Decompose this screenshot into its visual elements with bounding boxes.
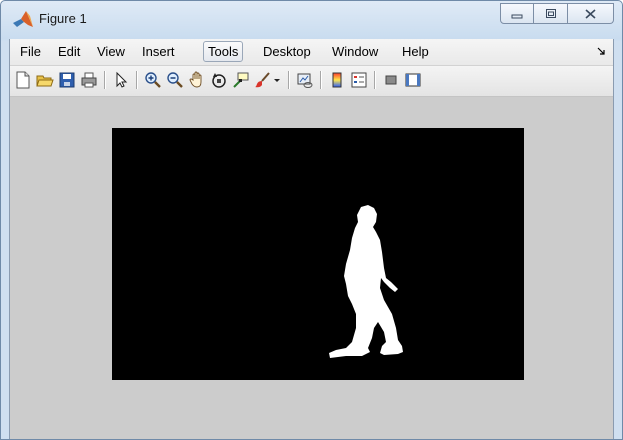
print-button[interactable] [78, 69, 100, 91]
new-figure-button[interactable] [12, 69, 34, 91]
pan-button[interactable] [186, 69, 208, 91]
pointer-icon [116, 71, 128, 88]
insert-legend-icon [351, 72, 367, 88]
rotate-3d-button[interactable] [208, 69, 230, 91]
zoom-in-icon [145, 72, 161, 88]
zoom-out-button[interactable] [164, 69, 186, 91]
close-icon [585, 8, 596, 19]
brush-icon [255, 72, 270, 88]
window-title: Figure 1 [39, 11, 87, 26]
hide-plot-tools-icon [385, 75, 397, 85]
toolbar-separator [288, 71, 290, 89]
open-file-icon [36, 75, 54, 87]
data-cursor-button[interactable] [230, 69, 252, 91]
show-plot-tools-icon [405, 73, 421, 87]
minimize-icon [511, 14, 523, 18]
hide-plot-tools-button[interactable] [380, 69, 402, 91]
toolbar-separator [104, 71, 106, 89]
minimize-button[interactable] [500, 3, 534, 24]
toolbar-separator [374, 71, 376, 89]
brush-dropdown-icon [274, 79, 280, 82]
toolbar-separator [320, 71, 322, 89]
menu-window[interactable]: Window [328, 42, 382, 61]
save-icon [59, 72, 75, 88]
print-icon [81, 72, 97, 88]
matlab-logo-icon [13, 11, 33, 27]
menu-tools[interactable]: Tools [203, 41, 244, 62]
open-file-button[interactable] [34, 69, 56, 91]
zoom-in-button[interactable] [142, 69, 164, 91]
menu-overflow-icon[interactable] [597, 47, 605, 55]
menu-desktop[interactable]: Desktop [259, 42, 315, 61]
link-plot-icon [297, 73, 313, 88]
pan-icon [189, 71, 202, 88]
walking-person-silhouette [329, 205, 403, 358]
caption-buttons [500, 3, 614, 24]
toolbar-separator [136, 71, 138, 89]
menu-bar: File Edit View Insert Tools Desktop Wind… [10, 39, 613, 66]
rotate-3d-icon [212, 73, 226, 88]
show-plot-tools-button[interactable] [402, 69, 424, 91]
menu-insert[interactable]: Insert [138, 42, 179, 61]
link-plot-button[interactable] [294, 69, 316, 91]
menu-file[interactable]: File [16, 42, 45, 61]
save-button[interactable] [56, 69, 78, 91]
figure-client-area: File Edit View Insert Tools Desktop Wind… [9, 39, 614, 439]
brush-button[interactable] [252, 69, 274, 91]
edit-plot-button[interactable] [110, 69, 132, 91]
new-figure-icon [16, 71, 30, 89]
figure-toolbar [10, 66, 613, 97]
zoom-out-icon [167, 72, 183, 88]
insert-colorbar-button[interactable] [326, 69, 348, 91]
figure-window: Figure 1 File Edit View Insert Tools Des… [0, 0, 623, 440]
close-button[interactable] [568, 3, 614, 24]
restore-button[interactable] [534, 3, 568, 24]
brush-dropdown-button[interactable] [272, 69, 282, 91]
insert-colorbar-icon [332, 72, 342, 88]
title-bar[interactable]: Figure 1 [1, 1, 622, 39]
data-cursor-icon [233, 72, 249, 88]
menu-view[interactable]: View [93, 42, 129, 61]
restore-icon [545, 9, 556, 18]
menu-edit[interactable]: Edit [54, 42, 84, 61]
image-axes[interactable] [112, 128, 524, 380]
menu-help[interactable]: Help [398, 42, 433, 61]
insert-legend-button[interactable] [348, 69, 370, 91]
